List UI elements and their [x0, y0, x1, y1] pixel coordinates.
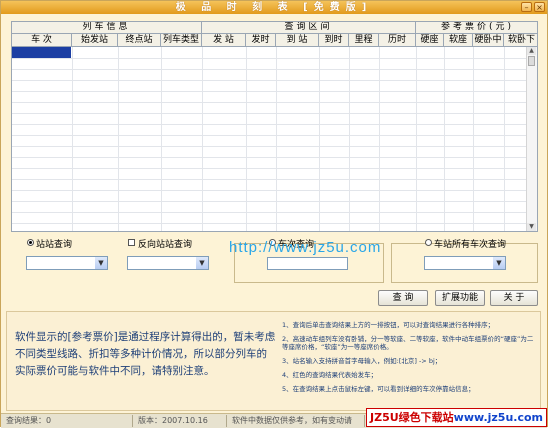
grid-row-line [12, 124, 528, 125]
chevron-down-icon[interactable]: ▼ [196, 257, 208, 269]
minimize-button[interactable]: – [521, 2, 532, 12]
group-query-range: 查询区间 [202, 22, 416, 34]
status-result-count: 查询结果：0 [3, 415, 133, 427]
selected-cell[interactable] [12, 47, 71, 58]
station-query-label[interactable]: 站站查询 [36, 237, 72, 250]
grid-column-line [72, 47, 73, 231]
group-fare: 参考票价(元) [416, 22, 537, 34]
tip-item: 2、高速动车组列车没有卧铺，分一等软座、二等软座，软件中动车组票价的“硬座”为二… [282, 335, 534, 351]
site-badge: JZ5U绿色下载站www.jz5u.com [366, 408, 547, 427]
site-badge-name: JZ5U绿色下载站 [370, 411, 454, 424]
grid-column-line [276, 47, 277, 231]
reverse-query-label[interactable]: 反向站站查询 [138, 237, 192, 250]
tip-item: 5、在查询结果上点击鼠标左键，可以看到详细的车次停靠站信息； [282, 385, 475, 393]
col-terminus[interactable]: 终点站 [118, 34, 161, 47]
chevron-down-icon[interactable]: ▼ [493, 257, 505, 269]
grid-row-line [12, 91, 528, 92]
grid-column-line [118, 47, 119, 231]
col-soft-sleeper[interactable]: 软卧下 [504, 34, 537, 47]
grid-column-line [473, 47, 474, 231]
tips-list: 1、查询后单击查询结果上方的一排按钮，可以对查询结果进行各种排序； 2、高速动车… [282, 321, 538, 399]
reverse-query-checkbox[interactable] [128, 239, 135, 246]
col-arrive-time[interactable]: 到时 [319, 34, 349, 47]
grid-row-line [12, 146, 528, 147]
tip-item: 1、查询后单击查询结果上方的一排按钮，可以对查询结果进行各种排序； [282, 321, 495, 329]
grid-row-line [12, 135, 528, 136]
to-station-combo[interactable]: ▼ [127, 256, 209, 270]
scroll-thumb[interactable] [528, 56, 535, 66]
col-hard-seat[interactable]: 硬座 [416, 34, 444, 47]
close-button[interactable]: × [534, 2, 545, 12]
fare-disclaimer: 软件显示的[参考票价]是通过程序计算得出的，暂未考虑不同类型线路、折扣等多种计价… [15, 331, 276, 377]
notes-panel: 软件显示的[参考票价]是通过程序计算得出的，暂未考虑不同类型线路、折扣等多种计价… [6, 311, 541, 411]
group-train-info: 列车信息 [12, 22, 202, 34]
vertical-scrollbar[interactable]: ▲ ▼ [526, 47, 537, 231]
status-version: 版本：2007.10.16 [135, 415, 227, 427]
grid-row-line [12, 179, 528, 180]
scroll-down-icon[interactable]: ▼ [527, 223, 536, 231]
grid-column-line [246, 47, 247, 231]
status-notice: 软件中数据仅供参考，如有变动请 [229, 415, 365, 427]
grid-row-line [12, 168, 528, 169]
grid-row-line [12, 113, 528, 114]
grid-column-line [416, 47, 417, 231]
station-all-radio[interactable] [425, 239, 432, 246]
from-station-combo[interactable]: ▼ [26, 256, 108, 270]
tip-item: 3、站名输入支持拼音首字母输入，例如:[北京] -> bj； [282, 357, 442, 365]
results-grid[interactable]: 列车信息 查询区间 参考票价(元) 车 次 始发站 终点站 列车类型 发 站 发… [11, 21, 538, 232]
grid-row-line [12, 190, 528, 191]
query-button[interactable]: 查 询 [378, 290, 428, 306]
train-number-input[interactable] [267, 257, 348, 270]
grid-row-line [12, 223, 528, 224]
grid-row-line [12, 102, 528, 103]
col-arrive-station[interactable]: 到 站 [276, 34, 319, 47]
grid-column-line [349, 47, 350, 231]
col-depart-station[interactable]: 发 站 [202, 34, 246, 47]
grid-column-line [202, 47, 203, 231]
col-duration[interactable]: 历时 [379, 34, 416, 47]
col-origin[interactable]: 始发站 [72, 34, 118, 47]
site-badge-url: www.jz5u.com [453, 411, 543, 424]
col-distance[interactable]: 里程 [349, 34, 379, 47]
grid-row-line [12, 80, 528, 81]
extend-button[interactable]: 扩展功能 [435, 290, 485, 306]
station-all-combo[interactable]: ▼ [424, 256, 506, 270]
app-window: 极 品 时 刻 表 [免费版] – × 列车信息 查询区间 参考票价(元) 车 … [0, 0, 548, 428]
grid-row-line [12, 58, 528, 59]
scroll-up-icon[interactable]: ▲ [527, 47, 536, 55]
grid-row-line [12, 157, 528, 158]
grid-column-line [444, 47, 445, 231]
col-depart-time[interactable]: 发时 [246, 34, 276, 47]
col-hard-sleeper[interactable]: 硬卧中 [473, 34, 504, 47]
col-soft-seat[interactable]: 软座 [444, 34, 473, 47]
title-bar[interactable]: 极 品 时 刻 表 [免费版] – × [1, 1, 547, 14]
col-train-no[interactable]: 车 次 [12, 34, 72, 47]
grid-column-line [161, 47, 162, 231]
tip-item: 4、红色的查询结果代表始发车； [282, 371, 378, 379]
col-train-type[interactable]: 列车类型 [161, 34, 202, 47]
grid-column-line [379, 47, 380, 231]
watermark-url: http://www.jz5u.com [229, 239, 382, 256]
grid-row-line [12, 201, 528, 202]
grid-column-line [319, 47, 320, 231]
station-all-label[interactable]: 车站所有车次查询 [434, 237, 506, 250]
about-button[interactable]: 关 于 [490, 290, 538, 306]
chevron-down-icon[interactable]: ▼ [95, 257, 107, 269]
grid-column-line [504, 47, 505, 231]
grid-row-line [12, 212, 528, 213]
window-title: 极 品 时 刻 表 [免费版] [175, 2, 373, 13]
station-query-radio[interactable] [27, 239, 34, 246]
grid-row-line [12, 69, 528, 70]
